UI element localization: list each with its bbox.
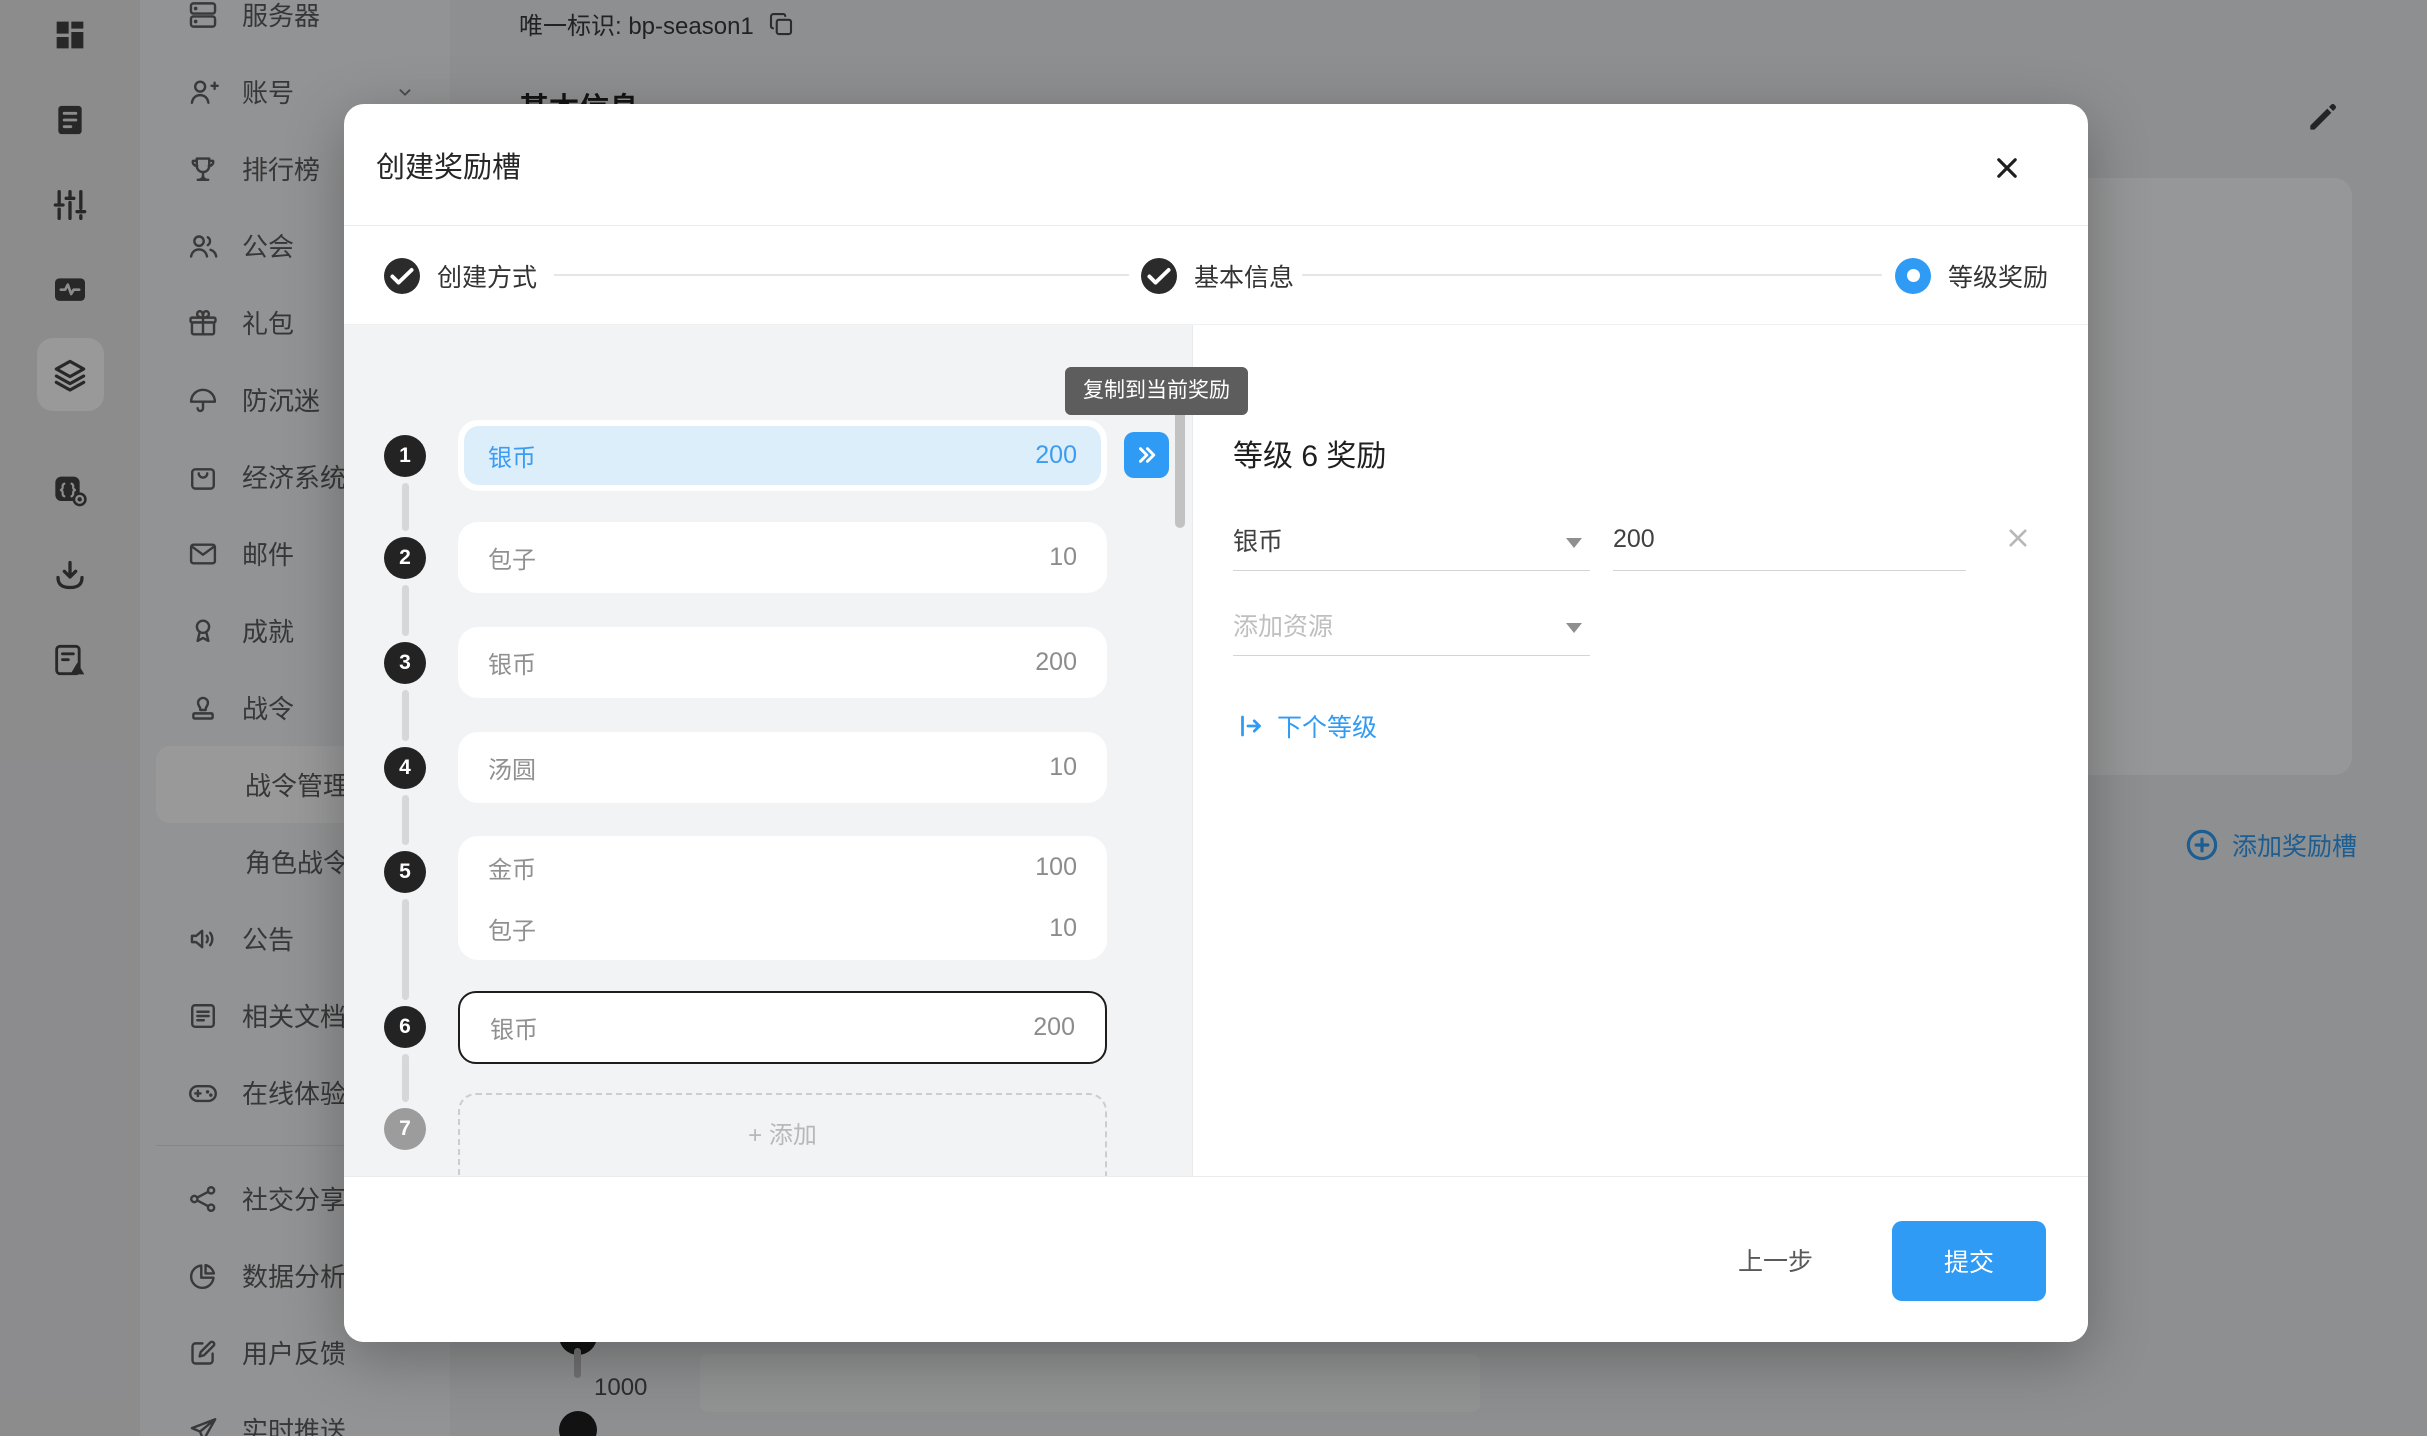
slot-marker-2: 2 — [384, 537, 426, 579]
reward-slot-5[interactable]: 金币 100 包子 10 — [458, 836, 1107, 960]
remove-resource-icon[interactable] — [2002, 522, 2034, 554]
create-reward-slot-modal: 创建奖励槽 创建方式 基本信息 等级奖励 1 银币 200 2 包子 10 3 银币 200 4 汤… — [344, 104, 2088, 1342]
amount-field[interactable] — [1613, 509, 1966, 571]
resource-select-value: 银币 — [1233, 522, 1283, 558]
reward-slot-list: 1 银币 200 2 包子 10 3 银币 200 4 汤圆 10 5 金币 100 包子 10 6 银币 200 7 +… — [344, 325, 1193, 1176]
previous-step-button[interactable]: 上一步 — [1724, 1235, 1827, 1285]
reward-slot-3[interactable]: 银币 200 — [458, 627, 1107, 698]
reward-value: 200 — [1035, 441, 1077, 470]
modal-title: 创建奖励槽 — [376, 144, 521, 186]
reward-row: 金币 100 — [488, 850, 1077, 885]
chevron-down-icon — [1566, 623, 1582, 633]
close-icon[interactable] — [1990, 151, 2024, 185]
slot-connector — [402, 690, 409, 741]
step-active-radio-icon — [1895, 258, 1931, 294]
reward-name: 金币 — [488, 850, 536, 885]
slot-connector — [402, 899, 409, 1000]
slot-marker-3: 3 — [384, 642, 426, 684]
step-level-rewards[interactable]: 等级奖励 — [1895, 226, 2048, 325]
reward-slot-7[interactable]: + 添加 — [458, 1093, 1107, 1176]
modal-header: 创建奖励槽 — [344, 104, 2088, 226]
reward-value: 10 — [1049, 753, 1077, 782]
reward-name: 汤圆 — [488, 750, 536, 785]
reward-row: 汤圆 10 — [488, 750, 1077, 785]
next-level-arrow-icon — [1236, 711, 1266, 741]
slot-connector — [402, 483, 409, 531]
add-resource-placeholder: 添加资源 — [1233, 607, 1333, 643]
reward-name: 银币 — [490, 1010, 538, 1045]
slot-marker-7: 7 — [384, 1108, 426, 1150]
step-done-check-icon — [384, 258, 420, 294]
slot-marker-4: 4 — [384, 747, 426, 789]
slot-connector — [402, 795, 409, 845]
reward-name: 银币 — [488, 645, 536, 680]
slot-marker-6: 6 — [384, 1006, 426, 1048]
copy-tooltip: 复制到当前奖励 — [1065, 367, 1248, 415]
step-label: 创建方式 — [437, 258, 537, 294]
reward-slot-4[interactable]: 汤圆 10 — [458, 732, 1107, 803]
chevrons-right-icon — [1133, 441, 1161, 469]
reward-slot-2[interactable]: 包子 10 — [458, 522, 1107, 593]
step-create-method[interactable]: 创建方式 — [384, 226, 537, 325]
next-level-label: 下个等级 — [1277, 708, 1377, 744]
reward-slot-1[interactable]: 银币 200 — [458, 420, 1107, 491]
reward-row: 银币 200 — [488, 645, 1077, 680]
reward-slot-6[interactable]: 银币 200 — [458, 991, 1107, 1064]
reward-row: 银币 200 — [488, 438, 1077, 473]
step-basic-info[interactable]: 基本信息 — [1141, 226, 1294, 325]
reward-value: 10 — [1049, 543, 1077, 572]
step-label: 等级奖励 — [1948, 258, 2048, 294]
step-label: 基本信息 — [1194, 258, 1294, 294]
wizard-steps: 创建方式 基本信息 等级奖励 — [344, 226, 2088, 325]
reward-value: 200 — [1033, 1013, 1075, 1042]
reward-name: 包子 — [488, 911, 536, 946]
slot-connector — [402, 1054, 409, 1102]
slot-marker-5: 5 — [384, 851, 426, 893]
reward-value: 10 — [1049, 914, 1077, 943]
reward-name: 银币 — [488, 438, 536, 473]
modal-footer: 上一步 提交 — [344, 1176, 2088, 1342]
reward-value: 100 — [1035, 853, 1077, 882]
level-reward-title: 等级 6 奖励 — [1233, 431, 1386, 475]
step-connector — [554, 274, 1129, 276]
slot-connector — [402, 585, 409, 636]
reward-name: 包子 — [488, 540, 536, 575]
resource-select[interactable]: 银币 — [1233, 509, 1590, 571]
reward-value: 200 — [1035, 648, 1077, 677]
reward-row: 包子 10 — [488, 911, 1077, 946]
step-connector — [1302, 274, 1882, 276]
add-reward-label: + 添加 — [748, 1115, 817, 1150]
next-level-link[interactable]: 下个等级 — [1236, 708, 1377, 744]
amount-input[interactable] — [1613, 525, 1966, 554]
step-done-check-icon — [1141, 258, 1177, 294]
add-resource-select[interactable]: 添加资源 — [1233, 594, 1590, 656]
reward-row: 包子 10 — [488, 540, 1077, 575]
reward-row: 银币 200 — [490, 1010, 1075, 1045]
submit-button[interactable]: 提交 — [1892, 1221, 2046, 1301]
chevron-down-icon — [1566, 538, 1582, 548]
copy-to-current-button[interactable] — [1124, 432, 1169, 478]
slot-marker-1: 1 — [384, 435, 426, 477]
